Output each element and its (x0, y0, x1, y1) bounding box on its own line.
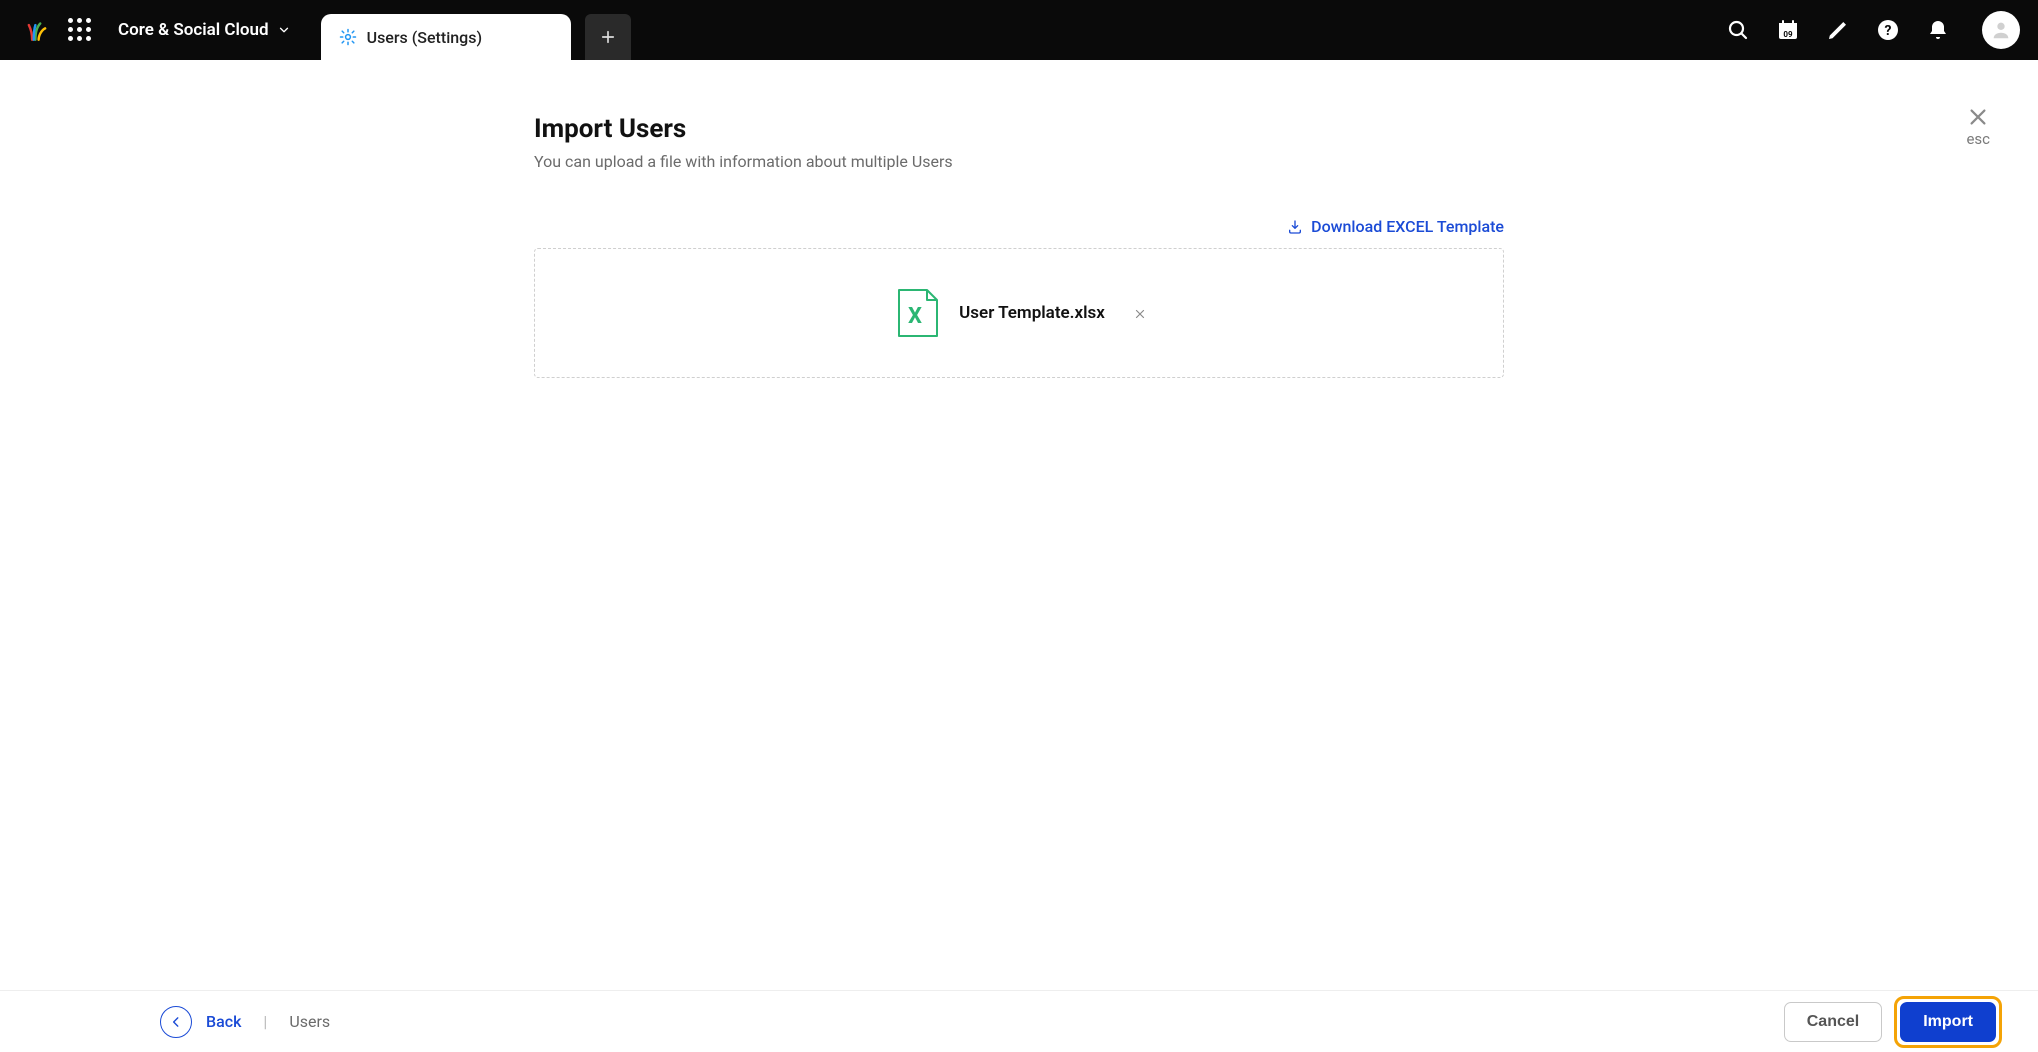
gear-icon (339, 28, 357, 46)
excel-file-icon: X (891, 286, 945, 340)
tab-label: Users (Settings) (367, 28, 482, 47)
topbar-left: Core & Social Cloud (0, 17, 299, 43)
file-dropzone[interactable]: X User Template.xlsx (534, 248, 1504, 378)
cancel-button[interactable]: Cancel (1784, 1002, 1882, 1042)
uploaded-file-name: User Template.xlsx (959, 303, 1105, 323)
import-button[interactable]: Import (1900, 1002, 1996, 1042)
footer-breadcrumb: Back | Users (160, 1006, 330, 1038)
user-avatar[interactable] (1982, 11, 2020, 49)
chevron-down-icon (277, 23, 291, 37)
footer-actions: Cancel Import (1784, 996, 2002, 1048)
notifications-icon[interactable] (1926, 18, 1950, 42)
help-icon[interactable]: ? (1876, 18, 1900, 42)
footer-bar: Back | Users Cancel Import (0, 990, 2038, 1052)
app-logo-icon[interactable] (24, 17, 50, 43)
excel-file-letter: X (908, 304, 922, 329)
topbar-right: 09 ? (1726, 0, 2020, 60)
apps-menu-icon[interactable] (68, 18, 92, 42)
svg-text:?: ? (1885, 23, 1892, 39)
tab-strip: Users (Settings) (321, 0, 631, 60)
page-title: Import Users (534, 114, 1504, 144)
workspace-label: Core & Social Cloud (118, 20, 269, 40)
calendar-day-label: 09 (1776, 30, 1800, 39)
chevron-left-icon (169, 1015, 183, 1029)
download-template-link[interactable]: Download EXCEL Template (1287, 217, 1504, 236)
page-subtitle: You can upload a file with information a… (534, 152, 1504, 171)
breadcrumb-separator: | (263, 1012, 267, 1031)
download-row: Download EXCEL Template (534, 217, 1504, 236)
back-label[interactable]: Back (206, 1012, 241, 1031)
close-hint-label: esc (1966, 130, 1990, 148)
edit-icon[interactable] (1826, 18, 1850, 42)
back-button[interactable] (160, 1006, 192, 1038)
workspace-picker[interactable]: Core & Social Cloud (110, 20, 299, 40)
main-area: esc Import Users You can upload a file w… (0, 60, 2038, 990)
download-icon (1287, 219, 1303, 235)
download-template-label: Download EXCEL Template (1311, 217, 1504, 236)
close-icon (1967, 106, 1989, 128)
close-panel-button[interactable]: esc (1966, 106, 1990, 148)
content-wrap: Import Users You can upload a file with … (534, 60, 1504, 378)
x-icon (1133, 307, 1147, 321)
search-icon[interactable] (1726, 18, 1750, 42)
breadcrumb-current: Users (289, 1012, 330, 1031)
plus-icon (599, 28, 617, 46)
new-tab-button[interactable] (585, 14, 631, 60)
tab-users-settings[interactable]: Users (Settings) (321, 14, 571, 60)
calendar-icon[interactable]: 09 (1776, 18, 1800, 42)
top-bar: Core & Social Cloud Users (Settings) 09 (0, 0, 2038, 60)
remove-file-button[interactable] (1133, 306, 1147, 320)
import-button-highlight: Import (1894, 996, 2002, 1048)
